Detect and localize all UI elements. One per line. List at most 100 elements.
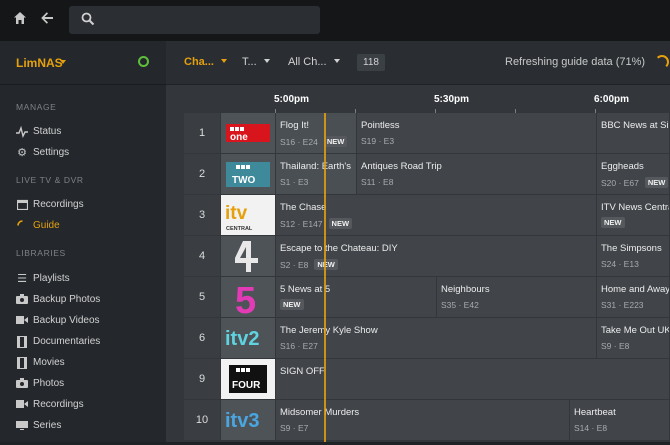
table-row: 5 5 5 News at 5 NEW Neighbours S35 · E42… [184, 277, 670, 322]
sidebar-item-backup-photos[interactable]: Backup Photos [0, 290, 166, 310]
section-title-manage: MANAGE [16, 102, 57, 112]
sidebar-item-recordings-library[interactable]: Recordings [0, 395, 166, 415]
sidebar-item-label: Recordings [33, 399, 84, 410]
sidebar-item-recordings[interactable]: Recordings [0, 195, 166, 215]
program-cell[interactable]: Antiques Road Trip S11 · E8 [357, 154, 597, 194]
channel-logo-channel-5[interactable]: 5 [221, 277, 275, 322]
search-icon [81, 12, 97, 28]
sidebar-item-guide[interactable]: Guide [0, 216, 166, 236]
calendar-icon [16, 199, 28, 211]
channel-logo-bbc-four[interactable]: FOUR [221, 359, 275, 399]
program-cell[interactable]: BBC News at Six [597, 113, 670, 153]
program-cell[interactable]: SIGN OFF [276, 359, 670, 399]
channel-number: 4 [184, 236, 220, 276]
chevron-down-icon [263, 59, 270, 63]
program-title: Eggheads [601, 161, 644, 172]
program-cell[interactable]: Neighbours S35 · E42 [437, 277, 597, 317]
channel-logo-channel-4[interactable] [221, 236, 275, 276]
program-cell[interactable]: Flog It! S16 · E24 NEW [276, 113, 357, 153]
video-icon [16, 399, 28, 411]
program-episode: S19 · E3 [361, 136, 395, 146]
dropdown-label: All Ch... [288, 56, 327, 68]
program-title: 5 News at 5 [280, 284, 331, 295]
table-row: 1 one Flog It! S16 · E24 NEW Pointless S1… [184, 113, 670, 154]
section-title-libraries: LIBRARIES [16, 248, 66, 258]
table-row: 4 Escape to the Chateau: DIY S2 · E8 NEW … [184, 236, 670, 277]
program-title: Heartbeat [574, 407, 616, 418]
channel-logo-itv2[interactable]: itv2 [221, 318, 275, 358]
table-row: 3 itv CENTRAL The Chase S12 · E147 NEW ITV… [184, 195, 670, 236]
svg-text:itv2: itv2 [225, 328, 259, 350]
program-cell[interactable]: Thailand: Earth's S1 · E3 [276, 154, 357, 194]
program-cell[interactable]: Heartbeat S14 · E8 [570, 400, 670, 440]
channel-logo-bbc-one[interactable]: one [221, 113, 275, 153]
dropdown-label: T... [242, 56, 257, 68]
program-episode: S35 · E42 [441, 300, 479, 310]
time-label: 5:30pm [434, 94, 470, 105]
program-title: The Simpsons [601, 243, 662, 254]
program-cell[interactable]: The Simpsons S24 · E13 [597, 236, 670, 276]
sidebar-item-photos[interactable]: Photos [0, 374, 166, 394]
time-label: 5:00pm [274, 94, 310, 105]
channel-number: 2 [184, 154, 220, 194]
new-badge: NEW [280, 299, 304, 310]
program-cell[interactable]: Home and Away S31 · E223 [597, 277, 670, 317]
sidebar-item-series[interactable]: Series [0, 416, 166, 436]
channel-filter-dropdown[interactable]: Cha... [184, 56, 227, 68]
channel-number: 1 [184, 113, 220, 153]
type-filter-dropdown[interactable]: T... [242, 56, 270, 68]
current-time-indicator [324, 113, 326, 442]
table-row: 10 itv3 Midsomer Murders S9 · E7 Heartbe… [184, 400, 670, 441]
search-input[interactable] [69, 6, 320, 34]
sidebar-item-label: Photos [33, 378, 65, 389]
program-title: Thailand: Earth's [280, 161, 351, 172]
program-title: Flog It! [280, 120, 310, 131]
new-badge: NEW [323, 136, 348, 147]
film-icon [16, 336, 28, 348]
channel-logo-itv-central[interactable]: itv CENTRAL [221, 195, 275, 235]
program-cell[interactable]: Take Me Out UK S9 · E8 [597, 318, 670, 358]
program-title: The Chase [280, 202, 327, 213]
back-arrow-icon[interactable] [38, 11, 56, 29]
sidebar-item-label: Series [33, 420, 62, 431]
chevron-down-icon [220, 59, 227, 63]
program-title: Antiques Road Trip [361, 161, 442, 172]
sidebar-item-label: Status [33, 126, 62, 137]
sidebar-item-documentaries[interactable]: Documentaries [0, 332, 166, 352]
channel-logo-bbc-two[interactable]: TWO [221, 154, 275, 194]
program-title: SIGN OFF [280, 366, 325, 377]
svg-text:TWO: TWO [232, 175, 256, 186]
program-episode: S9 · E8 [601, 341, 630, 351]
sidebar-item-playlists[interactable]: ☰ Playlists [0, 269, 166, 289]
program-cell[interactable]: 5 News at 5 NEW [276, 277, 437, 317]
all-channels-dropdown[interactable]: All Ch... [288, 56, 340, 68]
program-title: Neighbours [441, 284, 490, 295]
home-icon[interactable] [11, 11, 29, 29]
program-cell[interactable]: Midsomer Murders S9 · E7 [276, 400, 570, 440]
program-cell[interactable]: ITV News Central NEW [597, 195, 670, 235]
sidebar-item-label: Backup Videos [33, 315, 100, 326]
section-title-live-tv: LIVE TV & DVR [16, 175, 84, 185]
loading-spinner-icon [655, 55, 669, 69]
server-selector[interactable]: LimNAS [0, 41, 166, 85]
program-episode: S12 · E147 [280, 219, 323, 229]
channel-number: 10 [184, 400, 220, 440]
activity-icon [16, 125, 28, 139]
new-badge: NEW [328, 218, 353, 229]
film-icon [16, 357, 28, 369]
program-title: Midsomer Murders [280, 407, 360, 418]
channel-number: 3 [184, 195, 220, 235]
program-cell[interactable]: Eggheads S20 · E67 NEW [597, 154, 670, 194]
svg-text:CENTRAL: CENTRAL [226, 226, 253, 232]
sidebar-item-backup-videos[interactable]: Backup Videos [0, 311, 166, 331]
sidebar-item-label: Recordings [33, 199, 84, 210]
new-badge: NEW [601, 217, 625, 228]
sidebar-item-status[interactable]: Status [0, 122, 166, 142]
sidebar-item-movies[interactable]: Movies [0, 353, 166, 373]
sidebar-item-label: Playlists [33, 273, 70, 284]
program-cell[interactable]: Pointless S19 · E3 [357, 113, 597, 153]
program-title: Take Me Out UK [601, 325, 670, 336]
sidebar-item-settings[interactable]: ⚙ Settings [0, 143, 166, 163]
channel-logo-itv3[interactable]: itv3 [221, 400, 275, 440]
guide-main: Cha... T... All Ch... 118 Refreshing gui… [166, 41, 670, 442]
